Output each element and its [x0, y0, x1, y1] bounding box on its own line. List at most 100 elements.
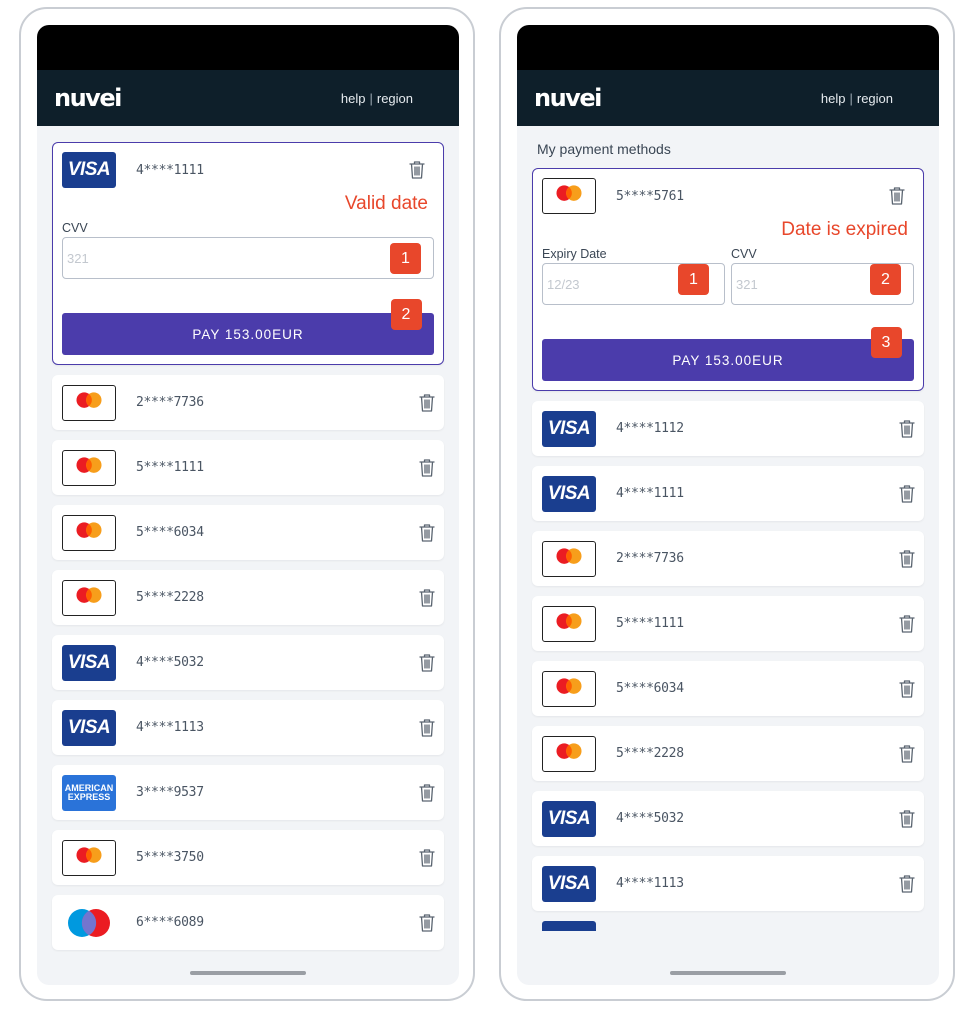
- payment-card-item[interactable]: VISA 4****1113: [532, 856, 924, 911]
- trash-icon[interactable]: [418, 913, 436, 933]
- visa-logo-text: VISA: [67, 159, 111, 180]
- selected-payment-card[interactable]: VISA 4****1111 Valid date CVV 1 PAY 153.…: [52, 142, 444, 365]
- payment-card-item[interactable]: VISA 4****5032: [532, 791, 924, 846]
- cvv-field[interactable]: 1: [62, 237, 434, 279]
- region-link[interactable]: region: [857, 91, 893, 106]
- payment-card-item[interactable]: 5****1111: [532, 596, 924, 651]
- annotation-badge-2: 2: [870, 264, 901, 295]
- selected-payment-card[interactable]: 5****5761 Date is expired Expiry Date 1 …: [532, 168, 924, 391]
- trash-icon[interactable]: [898, 679, 916, 699]
- visa-logo-text: VISA: [547, 872, 591, 894]
- payment-card-item[interactable]: 5****3750: [52, 830, 444, 885]
- region-link[interactable]: region: [377, 91, 413, 106]
- payment-card-item[interactable]: VISA 4****1113: [52, 700, 444, 755]
- pay-button-label: PAY 153.00EUR: [672, 352, 784, 368]
- mastercard-logo-icon: [542, 735, 596, 772]
- link-separator: |: [849, 90, 853, 106]
- payment-methods-list: VISA 4****1111 Valid date CVV 1 PAY 153.…: [37, 126, 459, 952]
- card-number: 5****1111: [136, 460, 204, 475]
- payment-card-item[interactable]: 5****1111: [52, 440, 444, 495]
- help-link[interactable]: help: [821, 91, 846, 106]
- visa-logo-icon: VISA: [542, 475, 596, 512]
- card-number: 5****6034: [136, 525, 204, 540]
- visa-logo-text: VISA: [547, 482, 591, 504]
- trash-icon[interactable]: [898, 874, 916, 894]
- trash-icon[interactable]: [898, 549, 916, 569]
- payment-card-item[interactable]: 5****2228: [52, 570, 444, 625]
- card-number: 4****1111: [616, 486, 684, 501]
- home-indicator: [670, 971, 786, 975]
- link-separator: |: [369, 90, 373, 106]
- trash-icon[interactable]: [418, 458, 436, 478]
- mastercard-circles: [556, 677, 582, 694]
- app-header: nuvei help | region: [37, 70, 459, 126]
- mastercard-circles: [556, 742, 582, 759]
- help-link[interactable]: help: [341, 91, 366, 106]
- amex-logo-icon: AMERICAN EXPRESS: [62, 774, 116, 811]
- trash-icon[interactable]: [418, 783, 436, 803]
- card-number: 5****3750: [136, 850, 204, 865]
- payment-card-item[interactable]: 5****6034: [52, 505, 444, 560]
- cvv-label: CVV: [62, 221, 88, 235]
- payment-card-item[interactable]: VISA 4****5032: [52, 635, 444, 690]
- validation-notice: Date is expired: [781, 219, 908, 240]
- trash-icon[interactable]: [418, 718, 436, 738]
- trash-icon[interactable]: [418, 393, 436, 413]
- annotation-badge-1: 1: [678, 264, 709, 295]
- payment-card-item[interactable]: 5****6034: [532, 661, 924, 716]
- status-bar: [37, 25, 459, 70]
- cvv-field[interactable]: 2: [731, 263, 914, 305]
- trash-icon[interactable]: [418, 523, 436, 543]
- trash-icon[interactable]: [418, 848, 436, 868]
- visa-logo-icon: VISA: [542, 865, 596, 902]
- trash-icon[interactable]: [898, 484, 916, 504]
- payment-card-item[interactable]: AMERICAN EXPRESS 3****9537: [52, 765, 444, 820]
- mastercard-circles: [76, 521, 102, 538]
- amex-line2: EXPRESS: [67, 791, 111, 802]
- maestro-logo-icon: [62, 905, 116, 941]
- card-number: 5****5761: [616, 188, 684, 204]
- mastercard-logo-icon: [62, 384, 116, 421]
- card-number: 5****6034: [616, 681, 684, 696]
- payment-card-item[interactable]: 6****6089: [52, 895, 444, 950]
- trash-icon[interactable]: [418, 653, 436, 673]
- mastercard-circles: [556, 612, 582, 629]
- pay-button[interactable]: PAY 153.00EUR 2: [62, 299, 434, 355]
- card-number: 2****7736: [616, 551, 684, 566]
- expiry-field[interactable]: 1: [542, 263, 725, 305]
- maestro-circles: [68, 908, 110, 937]
- mastercard-logo-icon: [542, 178, 596, 214]
- expiry-label: Expiry Date: [542, 247, 607, 261]
- trash-icon[interactable]: [408, 160, 426, 180]
- visa-logo-icon: [542, 921, 596, 931]
- phone-frame-right: nuvei help | region My payment methods 5**…: [499, 7, 955, 1001]
- trash-icon[interactable]: [418, 588, 436, 608]
- header-links: help | region: [821, 91, 893, 106]
- payment-card-item[interactable]: 5****2228: [532, 726, 924, 781]
- card-number: 4****5032: [616, 811, 684, 826]
- trash-icon[interactable]: [898, 744, 916, 764]
- mastercard-logo-icon: [62, 839, 116, 876]
- cvv-input[interactable]: [63, 238, 433, 278]
- pay-button[interactable]: PAY 153.00EUR 3: [542, 327, 914, 381]
- payment-card-item[interactable]: VISA 4****1111: [532, 466, 924, 521]
- trash-icon[interactable]: [898, 809, 916, 829]
- trash-icon[interactable]: [898, 419, 916, 439]
- mastercard-circles: [556, 547, 582, 564]
- card-number: 5****2228: [136, 590, 204, 605]
- nuvei-logo: nuvei: [534, 84, 602, 112]
- card-number: 4****1113: [616, 876, 684, 891]
- payment-card-item[interactable]: 2****7736: [532, 531, 924, 586]
- annotation-badge-3: 3: [871, 327, 902, 358]
- mastercard-logo-icon: [62, 514, 116, 551]
- trash-icon[interactable]: [898, 614, 916, 634]
- payment-card-item[interactable]: VISA 4****1112: [532, 401, 924, 456]
- trash-icon[interactable]: [888, 186, 906, 206]
- mastercard-logo-icon: [542, 670, 596, 707]
- mastercard-circles: [76, 456, 102, 473]
- mastercard-circles: [76, 391, 102, 408]
- payment-card-item[interactable]: 2****7736: [52, 375, 444, 430]
- mastercard-circles: [76, 846, 102, 863]
- card-number: 4****1112: [616, 421, 684, 436]
- visa-logo-icon: VISA: [62, 644, 116, 681]
